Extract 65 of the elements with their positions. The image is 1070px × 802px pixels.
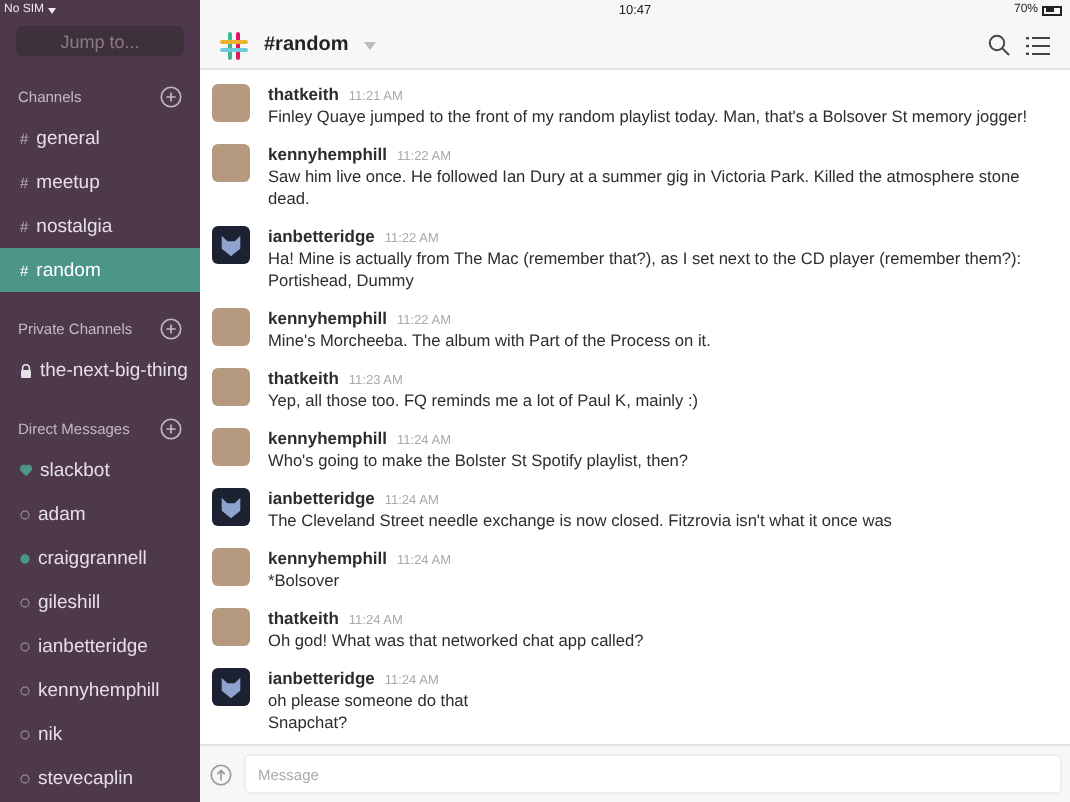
item-label: stevecaplin (38, 767, 134, 789)
sidebar-item[interactable]: stevecaplin (0, 756, 200, 800)
author-name[interactable]: ianbetteridge (268, 488, 375, 508)
add-icon[interactable] (160, 85, 182, 107)
add-icon[interactable] (160, 317, 182, 339)
item-label: slackbot (40, 459, 110, 481)
upload-icon[interactable] (210, 763, 232, 785)
message-text: Saw him live once. He followed Ian Dury at a summer gig in Victoria Park. Killed the atmosphere stone dead. (268, 166, 1022, 210)
author-name[interactable]: kennyhemphill (268, 428, 388, 448)
author-name[interactable]: ianbetteridge (268, 668, 375, 688)
message-text: Who's going to make the Bolster St Spotify playlist, then? (268, 450, 689, 472)
menu-icon[interactable] (1026, 35, 1050, 55)
sidebar-item[interactable]: the-next-big-thing (0, 348, 200, 392)
photo-placeholder (212, 144, 250, 182)
item-label: adam (38, 503, 86, 525)
photo-placeholder (212, 308, 250, 346)
caret-icon (48, 8, 57, 14)
message-text: Oh god! What was that networked chat app called? (268, 630, 644, 652)
author-name[interactable]: kennyhemphill (268, 548, 388, 568)
author-name[interactable]: thatkeith (268, 608, 339, 628)
message-text: Ha! Mine is actually from The Mac (remember that?), as I set next to the CD player (remember them?): Portishead, Dummy (268, 248, 1024, 292)
lock-icon (20, 363, 32, 377)
sidebar-item[interactable]: adam (0, 492, 200, 536)
author-name[interactable]: ianbetteridge (268, 226, 375, 246)
photo-placeholder (212, 368, 250, 406)
cat-avatar (212, 488, 250, 526)
photo-placeholder (212, 428, 250, 466)
author-name[interactable]: kennyhemphill (268, 144, 388, 164)
item-label: the-next-big-thing (40, 359, 188, 381)
author-name[interactable]: thatkeith (268, 84, 339, 104)
search-icon[interactable] (988, 34, 1010, 56)
item-label: gileshill (38, 591, 101, 613)
item-label: meetup (36, 171, 100, 193)
sidebar-item[interactable]: craiggrannell (0, 536, 200, 580)
photo-placeholder (212, 608, 250, 646)
channel-title[interactable]: #random (264, 34, 349, 56)
author-name[interactable]: thatkeith (268, 368, 339, 388)
item-label: random (36, 259, 101, 281)
message-text: oh please someone do that (268, 690, 469, 712)
cat-avatar (212, 226, 250, 264)
sidebar-item[interactable]: ianbetteridge (0, 624, 200, 668)
message-text: Yep, all those too. FQ reminds me a lot of Paul K, mainly :) (268, 390, 699, 412)
item-label: kennyhemphill (38, 679, 160, 701)
cat-avatar (212, 668, 250, 706)
photo-placeholder (212, 84, 250, 122)
search-field[interactable]: Jump to... (16, 26, 184, 56)
item-label: craiggrannell (38, 547, 147, 569)
sidebar-item[interactable]: gileshill (0, 580, 200, 624)
sidebar-item[interactable]: kennyhemphill (0, 668, 200, 712)
author-name[interactable]: kennyhemphill (268, 308, 388, 328)
item-label: ianbetteridge (38, 635, 148, 657)
message-text: Finley Quaye jumped to the front of my random playlist today. Man, that's a Bolsover St memory jogger! (268, 106, 1028, 128)
battery-icon (1042, 5, 1062, 15)
message-text: The Cleveland Street needle exchange is now closed. Fitzrovia isn't what it once was (268, 510, 892, 532)
item-label: nik (38, 723, 63, 745)
item-label: nostalgia (36, 215, 113, 237)
photo-placeholder (212, 548, 250, 586)
sidebar-item[interactable]: slackbot (0, 448, 200, 492)
sidebar-item[interactable]: nik (0, 712, 200, 756)
message-text: Snapchat? (268, 712, 350, 734)
logo-icon (220, 31, 248, 59)
message-text: Mine's Morcheeba. The album with Part of the Process on it. (268, 330, 711, 352)
message-text: *Bolsover (268, 570, 342, 592)
item-label: general (36, 127, 100, 149)
add-icon[interactable] (160, 417, 182, 439)
